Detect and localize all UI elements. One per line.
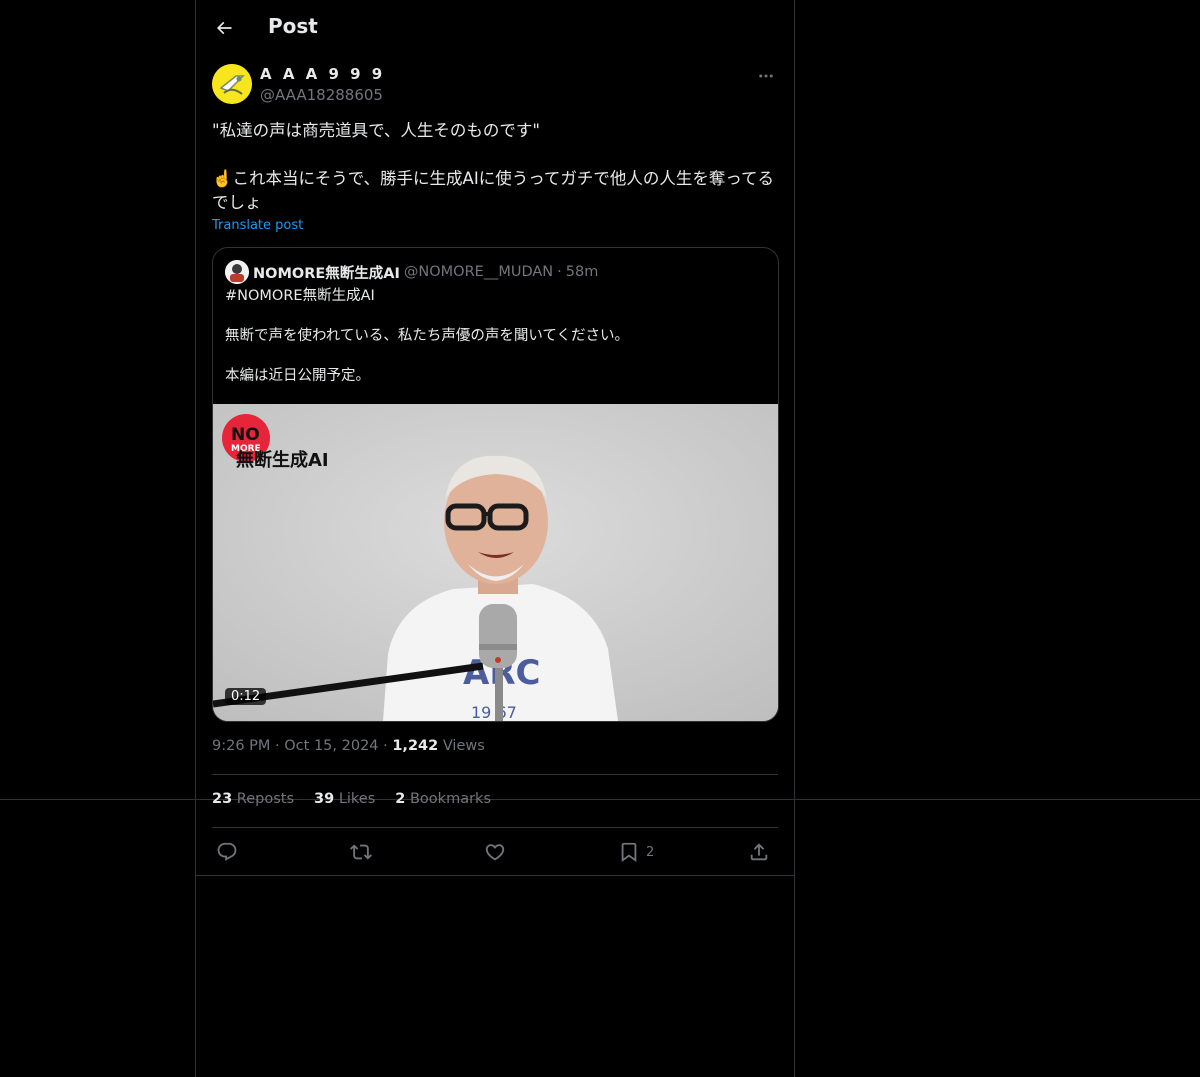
meta-separator: · [275, 738, 280, 754]
svg-text:19 67: 19 67 [471, 703, 517, 721]
bookmarks-count: 2 [395, 791, 406, 807]
action-bar: 2 [212, 836, 778, 868]
likes-count: 39 [314, 791, 335, 807]
share-icon [750, 843, 768, 861]
translate-post-link[interactable]: Translate post [212, 218, 303, 233]
quoted-time[interactable]: 58m [566, 264, 599, 280]
post-stats: 23 Reposts 39 Likes 2 Bookmarks [212, 791, 511, 807]
author-handle[interactable]: @AAA18288605 [260, 86, 383, 104]
like-button[interactable] [484, 838, 506, 866]
bookmark-count: 2 [646, 844, 655, 860]
post-meta: 9:26 PM · Oct 15, 2024 · 1,242 Views [212, 738, 485, 754]
author-display-name[interactable]: A A A 9 9 9 [260, 65, 385, 83]
post-author: A A A 9 9 9 @AAA18288605 [212, 64, 778, 106]
repost-icon [350, 844, 372, 860]
divider [212, 827, 778, 828]
more-icon [759, 74, 773, 78]
bookmarks-stat[interactable]: 2 Bookmarks [395, 791, 491, 807]
reposts-stat[interactable]: 23 Reposts [212, 791, 294, 807]
quoted-post-header: NOMORE無断生成AI @NOMORE__MUDAN · 58m [225, 260, 598, 284]
divider [212, 774, 778, 775]
quoted-author-name[interactable]: NOMORE無断生成AI [253, 262, 400, 283]
repost-button[interactable] [350, 838, 372, 866]
video-player[interactable]: ARC 19 67 [213, 404, 778, 721]
quoted-separator: · [557, 264, 562, 280]
views-count: 1,242 [392, 738, 439, 754]
reposts-count: 23 [212, 791, 233, 807]
quoted-post[interactable]: NOMORE無断生成AI @NOMORE__MUDAN · 58m #NOMOR… [212, 247, 779, 722]
reply-button[interactable] [216, 838, 238, 866]
post-date[interactable]: Oct 15, 2024 [284, 738, 378, 754]
share-button[interactable] [748, 838, 770, 866]
reposts-label: Reposts [236, 791, 295, 807]
back-arrow-icon [216, 21, 232, 35]
quoted-post-text: #NOMORE無断生成AI 無断で声を使われている、私たち声優の声を聞いてくださ… [225, 288, 629, 384]
logo-main-text: 無断生成AI [236, 449, 329, 471]
post-text: "私達の声は商売道具で、人生そのものです" ☝️これ本当にそうで、勝手に生成AI… [212, 121, 775, 212]
meta-separator: · [383, 738, 388, 754]
header: Post [196, 0, 794, 53]
like-icon [485, 844, 505, 861]
more-button[interactable] [754, 66, 778, 86]
bookmarks-label: Bookmarks [409, 791, 491, 807]
bookmark-button[interactable]: 2 [618, 838, 654, 866]
main-column: Post A A A 9 9 9 @AAA18288605 "私達の声は商売道具… [195, 0, 795, 1077]
views-label: Views [442, 738, 485, 754]
quoted-avatar[interactable] [225, 260, 249, 284]
nomore-logo: NO MORE 無断生成AI [222, 412, 352, 476]
page-title: Post [268, 14, 318, 38]
likes-stat[interactable]: 39 Likes [314, 791, 375, 807]
post-bottom-border [196, 875, 794, 876]
avatar[interactable] [212, 64, 252, 104]
bookmark-icon [621, 842, 637, 863]
post-time[interactable]: 9:26 PM [212, 738, 270, 754]
quoted-author-handle[interactable]: @NOMORE__MUDAN [404, 264, 553, 280]
back-button[interactable] [208, 12, 240, 44]
reply-icon [217, 842, 237, 861]
video-duration-badge: 0:12 [225, 688, 267, 705]
logo-no-text: NO [231, 425, 260, 445]
likes-label: Likes [338, 791, 376, 807]
